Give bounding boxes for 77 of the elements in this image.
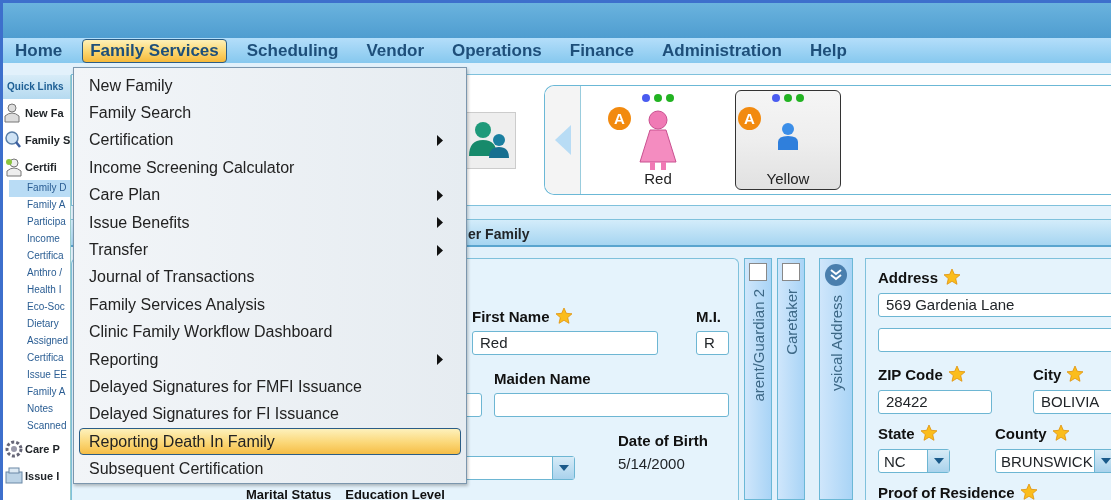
- menu-item[interactable]: Home: [7, 38, 71, 63]
- member-name: Yellow: [766, 170, 810, 187]
- dropdown-field[interactable]: NC: [878, 449, 950, 473]
- menu-item[interactable]: Operations: [444, 38, 550, 63]
- menu-item[interactable]: Issue Benefits: [79, 208, 461, 237]
- menu-item[interactable]: Scheduling: [238, 38, 347, 63]
- menu-item[interactable]: Transfer: [79, 236, 461, 264]
- sidebar-link[interactable]: Notes: [3, 401, 70, 418]
- sidebar-link[interactable]: Eco-Soc: [3, 299, 70, 316]
- sidebar-link[interactable]: Scanned: [3, 418, 70, 435]
- tab-label: Caretaker: [782, 289, 800, 355]
- sidebar-item[interactable]: Family S: [25, 133, 70, 146]
- side-tab[interactable]: arent/Guardian 2: [744, 258, 772, 500]
- menu-item[interactable]: Family Search: [79, 99, 461, 127]
- menu-item[interactable]: Finance: [561, 38, 642, 63]
- menu-item[interactable]: Income Screening Calculator: [79, 154, 461, 182]
- menu-item[interactable]: Reporting Death In Family: [79, 428, 461, 456]
- field-label: Maiden Name: [494, 369, 591, 387]
- sidebar-link[interactable]: Certifica: [3, 350, 70, 367]
- field-label: ZIP Code: [878, 365, 943, 383]
- menu-item[interactable]: Delayed Signatures for FMFI Issuance: [79, 373, 461, 401]
- menu-item[interactable]: New Family: [79, 72, 461, 100]
- text-field[interactable]: 28422: [878, 390, 992, 414]
- field-label: Address: [878, 268, 939, 286]
- field-value: 5/14/2000: [618, 455, 686, 472]
- dropdown-field[interactable]: BRUNSWICK: [995, 449, 1111, 473]
- menu-item[interactable]: Clinic Family Workflow Dashboard: [79, 318, 461, 346]
- status-badge: A: [608, 107, 631, 130]
- sidebar-link[interactable]: Assigned: [3, 333, 70, 350]
- field-label: Education Level: [345, 488, 445, 500]
- field-label: Proof of Residence: [878, 483, 1015, 500]
- field-label: Marital Status: [246, 488, 332, 500]
- sidebar-link[interactable]: Dietary: [3, 316, 70, 333]
- sidebar-item[interactable]: Issue I: [25, 469, 60, 482]
- menu-item[interactable]: Care Plan: [79, 181, 461, 209]
- sidebar-item[interactable]: New Fa: [25, 106, 64, 119]
- member-name: Red: [644, 170, 672, 187]
- menu-item[interactable]: Journal of Transactions: [79, 263, 461, 292]
- field-label: Date of Birth: [618, 431, 708, 449]
- text-field[interactable]: BOLIVIA: [1033, 390, 1111, 414]
- field-label: First Name: [472, 307, 550, 325]
- sidebar-link[interactable]: Health I: [3, 282, 70, 299]
- sidebar-link[interactable]: Family D: [9, 180, 70, 197]
- menu-item[interactable]: Help: [801, 38, 855, 63]
- menu-item[interactable]: Family Services Analysis: [79, 291, 461, 319]
- tab-label: arent/Guardian 2: [749, 289, 767, 402]
- sidebar-link[interactable]: Issue EE: [3, 367, 70, 384]
- sidebar-link[interactable]: Income: [3, 231, 70, 248]
- menu-item[interactable]: Administration: [654, 38, 790, 63]
- panel-title: Quick Links: [3, 75, 70, 99]
- menu-item[interactable]: Subsequent Certification: [79, 455, 461, 483]
- menu-item[interactable]: Reporting: [79, 345, 461, 374]
- text-field[interactable]: Red: [472, 331, 658, 355]
- menu-item[interactable]: Certification: [79, 126, 461, 155]
- text-field[interactable]: R: [696, 331, 729, 355]
- member-tile[interactable]: A Yellow: [735, 90, 841, 190]
- text-field[interactable]: 569 Gardenia Lane: [878, 293, 1111, 317]
- sidebar-item[interactable]: Care P: [25, 442, 60, 455]
- status-badge: A: [738, 107, 761, 130]
- field-label: State: [878, 424, 915, 442]
- sidebar-link[interactable]: Participa: [3, 214, 70, 231]
- tab-label: ysical Address: [827, 295, 845, 391]
- menu-item[interactable]: Family Services: [82, 38, 227, 63]
- sidebar-link[interactable]: Family A: [3, 384, 70, 401]
- section-title: er Family: [468, 226, 530, 242]
- sidebar-link[interactable]: Certifica: [3, 248, 70, 265]
- menu-item[interactable]: Vendor: [358, 38, 432, 63]
- sidebar-item[interactable]: Certifi: [25, 160, 57, 173]
- field-label: City: [1033, 365, 1062, 383]
- menu-item[interactable]: Delayed Signatures for FI Issuance: [79, 400, 461, 429]
- member-tile[interactable]: A Red: [605, 90, 711, 190]
- field-label: M.I.: [696, 307, 721, 325]
- sidebar-link[interactable]: Anthro /: [3, 265, 70, 282]
- sidebar-link[interactable]: Family A: [3, 197, 70, 214]
- side-tab[interactable]: Caretaker: [777, 258, 805, 500]
- side-tab[interactable]: ysical Address: [819, 258, 853, 500]
- field-label: County: [995, 424, 1047, 442]
